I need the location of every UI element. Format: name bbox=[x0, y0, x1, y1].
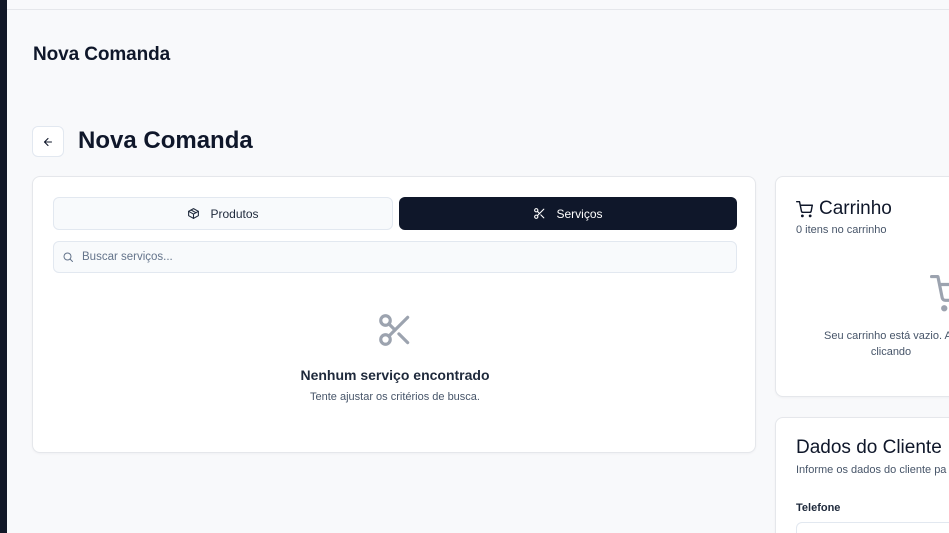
client-card: Dados do Cliente Informe os dados do cli… bbox=[775, 417, 949, 533]
scissors-icon bbox=[534, 208, 545, 219]
search-field[interactable] bbox=[53, 241, 737, 273]
scissors-icon bbox=[379, 314, 410, 346]
tab-produtos[interactable]: Produtos bbox=[53, 197, 393, 230]
empty-state-title: Nenhum serviço encontrado bbox=[300, 367, 490, 383]
empty-state-subtitle: Tente ajustar os critérios de busca. bbox=[310, 391, 480, 403]
cart-empty-line-1: Seu carrinho está vazio. Ad bbox=[824, 330, 949, 342]
tab-servicos-label: Serviços bbox=[556, 206, 603, 221]
cart-empty-message: Seu carrinho está vazio. Ad clicando bbox=[816, 328, 949, 360]
shopping-cart-icon bbox=[796, 200, 813, 217]
tab-produtos-label: Produtos bbox=[210, 206, 259, 221]
cart-item-count: 0 itens no carrinho bbox=[796, 224, 887, 236]
client-title: Dados do Cliente bbox=[796, 437, 942, 458]
header-title: Nova Comanda bbox=[33, 44, 171, 65]
sidebar-rail bbox=[0, 0, 7, 533]
empty-state: Nenhum serviço encontrado Tente ajustar … bbox=[33, 311, 757, 403]
phone-field[interactable] bbox=[796, 522, 949, 533]
page-title: Nova Comanda bbox=[78, 127, 253, 154]
catalog-card: Produtos Serviços Nenhum serviço encontr… bbox=[32, 176, 756, 453]
catalog-tabs: Produtos Serviços bbox=[53, 197, 737, 230]
tab-servicos[interactable]: Serviços bbox=[399, 197, 737, 230]
back-button[interactable] bbox=[32, 126, 64, 157]
cart-card: Carrinho 0 itens no carrinho Seu carrinh… bbox=[775, 176, 949, 397]
arrow-left-icon bbox=[43, 137, 53, 146]
search-icon bbox=[63, 252, 73, 262]
cart-empty-line-2: clicando bbox=[870, 346, 912, 358]
phone-label: Telefone bbox=[796, 502, 841, 514]
top-bar bbox=[7, 0, 949, 10]
package-icon bbox=[188, 208, 200, 219]
cart-header: Carrinho bbox=[796, 198, 892, 220]
cart-title: Carrinho bbox=[819, 198, 892, 219]
search-input[interactable] bbox=[82, 251, 702, 263]
client-subtitle: Informe os dados do cliente pa bbox=[796, 464, 947, 476]
shopping-cart-icon bbox=[930, 275, 949, 312]
